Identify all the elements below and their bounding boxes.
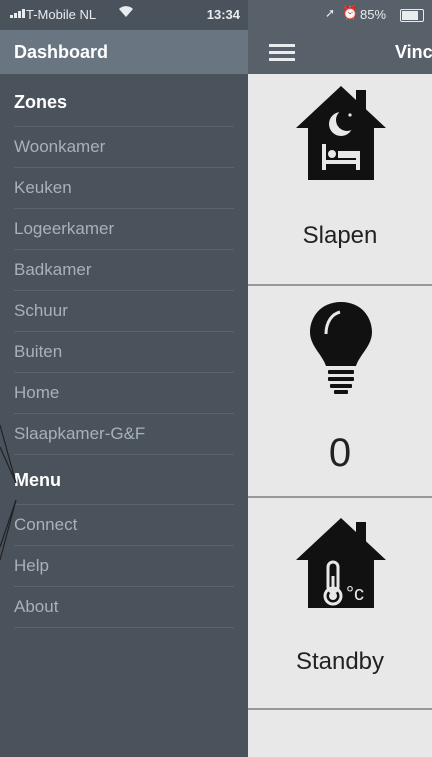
zone-item-logeerkamer[interactable]: Logeerkamer (14, 209, 234, 250)
main-panel: Vinc Slapen 0 °c Standby (248, 30, 432, 757)
lightbulb-icon (310, 302, 372, 394)
tile-standby[interactable]: °c Standby (248, 498, 432, 710)
drawer-title: Dashboard (14, 42, 109, 62)
tile-lights[interactable]: 0 (248, 286, 432, 498)
svg-text:°c: °c (346, 583, 364, 605)
status-bar-right: ➚ ⏰ 85% (248, 0, 432, 30)
menu-item-help[interactable]: Help (14, 546, 234, 587)
carrier-name: T-Mobile NL (26, 7, 97, 22)
zone-item-keuken[interactable]: Keuken (14, 168, 234, 209)
menu-heading: Menu (14, 470, 61, 490)
side-drawer: Dashboard Zones Woonkamer Keuken Logeerk… (0, 30, 248, 757)
menu-item-connect[interactable]: Connect (14, 505, 234, 546)
tile-value: 0 (328, 431, 352, 475)
tile-label: Slapen (302, 222, 378, 249)
status-bar-left: T-Mobile NL 13:34 (0, 0, 248, 30)
zones-heading: Zones (14, 92, 68, 112)
menu-item-about[interactable]: About (14, 587, 234, 628)
zone-item-buiten[interactable]: Buiten (14, 332, 234, 373)
signal-icon (10, 8, 25, 18)
drawer-header[interactable]: Dashboard (0, 30, 248, 74)
tile-slapen[interactable]: Slapen (248, 74, 432, 286)
house-thermometer-icon: °c (296, 518, 386, 608)
app-bar: Vinc (248, 30, 432, 74)
battery-icon (400, 9, 424, 22)
battery-percent: 85% (360, 7, 387, 22)
page-title: Vinc (395, 42, 432, 62)
zone-item-slaapkamer[interactable]: Slaapkamer-G&F (14, 414, 234, 455)
zone-item-badkamer[interactable]: Badkamer (14, 250, 234, 291)
status-time: 13:34 (206, 7, 240, 22)
location-icon: ➚ (325, 6, 336, 20)
hamburger-menu-icon[interactable] (269, 44, 295, 62)
tile-label: Standby (295, 648, 385, 675)
zone-item-woonkamer[interactable]: Woonkamer (14, 127, 234, 168)
wifi-icon (118, 4, 134, 21)
house-sleep-icon (296, 86, 386, 180)
zone-item-home[interactable]: Home (14, 373, 234, 414)
alarm-icon: ⏰ (342, 5, 359, 20)
zone-item-schuur[interactable]: Schuur (14, 291, 234, 332)
